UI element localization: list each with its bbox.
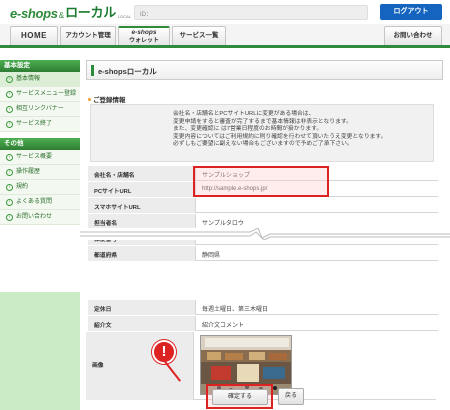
sidebar-item-label: お問い合わせ <box>16 214 53 220</box>
tab-contact[interactable]: お問い合わせ <box>384 26 442 45</box>
tab-account-management[interactable]: アカウント管理 <box>60 26 116 45</box>
logo-text-eshops: e-shops <box>10 6 58 21</box>
row-value: サンプルタロウ <box>202 221 244 227</box>
back-button[interactable]: 戻る <box>278 388 304 405</box>
table-row: 定休日 毎週土曜日、第三木曜日 <box>88 300 438 315</box>
main-nav: HOME アカウント管理 e-shops ウォレット サービス一覧 お問い合わせ <box>0 24 450 48</box>
sidebar-item-basic-info[interactable]: › 基本情報 <box>0 72 80 87</box>
logo-amp: & <box>58 11 65 20</box>
row-label: 画像 <box>86 332 194 400</box>
sidebar-item-faq[interactable]: › よくある質問 <box>0 195 80 210</box>
sidebar-item-link-banner[interactable]: › 相互リンクバナー <box>0 102 80 117</box>
row-label: スマホサイトURL <box>88 198 196 213</box>
page-title: e-shopsローカル <box>98 67 157 76</box>
sidebar-item-label: サービス終了 <box>16 121 53 127</box>
highlight-box-name-url <box>193 166 329 197</box>
arrow-circle-icon: › <box>6 90 13 98</box>
section-heading: ご登録情報 <box>88 94 126 104</box>
table-row: 紹介文 紹介文コメント <box>88 316 438 331</box>
title-accent-bar <box>91 65 94 76</box>
tab-wallet[interactable]: e-shops ウォレット <box>118 26 170 45</box>
sidebar-item-label: サービス概要 <box>16 154 53 160</box>
sidebar-heading-label: その他 <box>4 140 24 147</box>
sidebar-item-service-menu[interactable]: › サービスメニュー登録 <box>0 87 80 102</box>
page-title-box: e-shopsローカル <box>86 60 443 80</box>
notice-box: 会社名・店舗名とPCサイトURLに変更がある場合は、 変更申請をすると審査が完了… <box>90 104 434 162</box>
sidebar-item-service-overview[interactable]: › サービス概要 <box>0 150 80 165</box>
sidebar-item-service-end[interactable]: › サービス終了 <box>0 117 80 132</box>
row-value: 毎週土曜日、第三木曜日 <box>202 307 269 313</box>
sidebar-heading-other: その他 <box>0 138 80 150</box>
sidebar-item-terms[interactable]: › 規約 <box>0 180 80 195</box>
tab-service-list[interactable]: サービス一覧 <box>172 26 226 45</box>
notice-line: 会社名・店舗名とPCサイトURLに変更がある場合は、 <box>173 111 315 117</box>
table-row: スマホサイトURL <box>88 198 438 213</box>
row-label: 定休日 <box>88 300 196 315</box>
user-id-field: ID： <box>134 5 368 20</box>
arrow-circle-icon: › <box>6 198 13 206</box>
notice-line: 必ずしもご要望に副えない場合もございますので予めご了承下さい。 <box>173 141 353 148</box>
sidebar-item-label: 相互リンクバナー <box>16 106 64 112</box>
page-break-divider <box>80 228 450 240</box>
arrow-circle-icon: › <box>6 120 13 128</box>
sidebar-item-contact[interactable]: › お問い合わせ <box>0 210 80 225</box>
row-value: 紹介文コメント <box>202 323 245 329</box>
sidebar-fill <box>0 292 80 410</box>
row-label: PCサイトURL <box>88 182 196 197</box>
arrow-circle-icon: › <box>6 213 13 221</box>
row-value: 静岡県 <box>202 253 221 259</box>
table-row: 都道府県 静岡県 <box>88 246 438 261</box>
tab-wallet-label-top: e-shops <box>131 29 157 36</box>
sidebar-item-label: サービスメニュー登録 <box>16 91 77 97</box>
sidebar-item-label: 操作履歴 <box>16 169 41 175</box>
site-logo[interactable]: e-shops & ローカル LOCAL <box>10 3 131 21</box>
top-bar: e-shops & ローカル LOCAL ID： ログアウト <box>0 0 450 24</box>
row-label: 会社名・店舗名 <box>88 166 196 181</box>
sidebar-item-operation-history[interactable]: › 操作履歴 <box>0 165 80 180</box>
logo-subtext: LOCAL <box>117 14 132 19</box>
table-row: 担当者名 サンプルタロウ <box>88 214 438 229</box>
arrow-circle-icon: › <box>6 105 13 113</box>
arrow-circle-icon: › <box>6 168 13 176</box>
arrow-circle-icon: › <box>6 153 13 161</box>
logo-text-local: ローカル <box>65 5 116 20</box>
row-label: 紹介文 <box>88 316 196 331</box>
logout-button[interactable]: ログアウト <box>380 4 442 20</box>
row-label: 担当者名 <box>88 214 196 229</box>
arrow-circle-icon: › <box>6 75 13 83</box>
sidebar-item-label: よくある質問 <box>16 199 53 205</box>
section-heading-label: ご登録情報 <box>93 97 126 104</box>
notice-line: また、変更確認に は7営業日程度のお時間が掛かります。 <box>173 126 323 133</box>
tab-home[interactable]: HOME <box>10 26 58 45</box>
confirm-button[interactable]: 確定する <box>212 389 268 405</box>
bullet-icon <box>88 97 91 101</box>
tab-wallet-label-bottom: ウォレット <box>128 38 159 44</box>
sidebar-item-label: 規約 <box>16 184 29 190</box>
row-label: 都道府県 <box>88 246 196 261</box>
arrow-circle-icon: › <box>6 183 13 191</box>
sidebar-heading-basic: 基本設定 <box>0 60 80 72</box>
sidebar-heading-label: 基本設定 <box>4 62 30 69</box>
user-id-label: ID： <box>140 12 153 18</box>
sidebar-item-label: 基本情報 <box>16 76 41 82</box>
